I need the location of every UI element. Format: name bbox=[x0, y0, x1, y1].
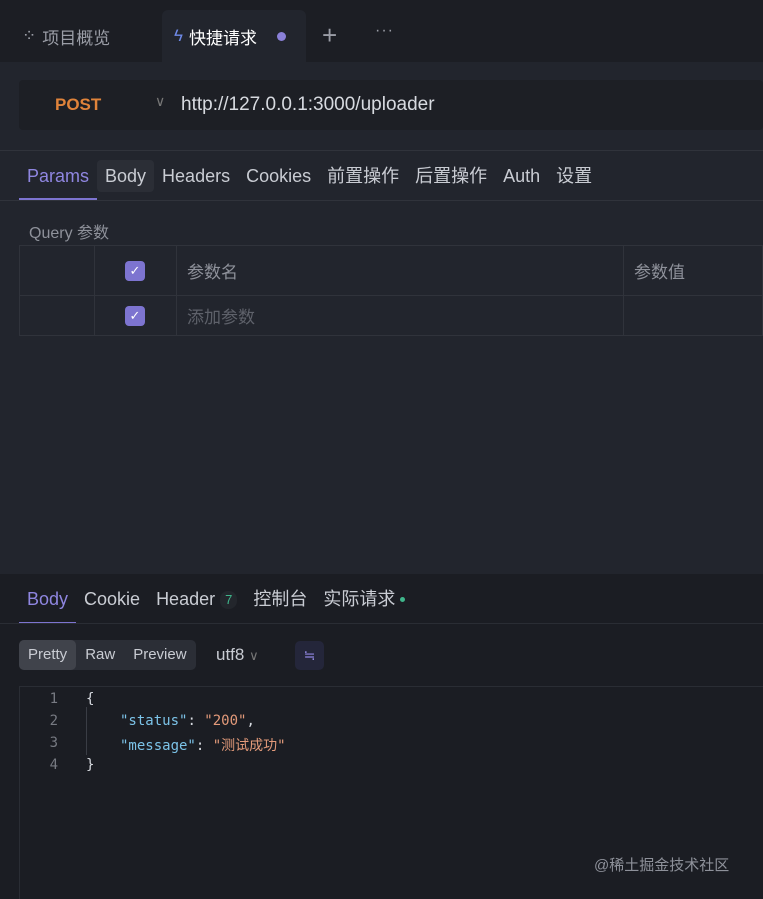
tab-post-ops[interactable]: 后置操作 bbox=[407, 160, 495, 200]
raw-button[interactable]: Raw bbox=[76, 640, 124, 670]
method-select[interactable]: POST bbox=[55, 95, 101, 115]
tab-response-body[interactable]: Body bbox=[19, 584, 77, 624]
request-tabs: Params Body Headers Cookies 前置操作 后置操作 Au… bbox=[19, 160, 600, 200]
url-input[interactable]: http://127.0.0.1:3000/uploader bbox=[181, 94, 435, 116]
response-tabs: Body Cookie Header 7 控制台 实际请求 bbox=[19, 584, 413, 624]
tab-console[interactable]: 控制台 bbox=[245, 584, 315, 624]
param-name-input[interactable]: 添加参数 bbox=[176, 295, 624, 336]
more-icon[interactable]: ··· bbox=[375, 22, 394, 40]
line-number: 3 bbox=[49, 735, 58, 751]
code-line: "message": "测试成功" bbox=[120, 738, 286, 754]
drag-cell bbox=[19, 245, 95, 296]
table-header: ✓ 参数名 参数值 bbox=[19, 245, 763, 296]
row-check-cell: ✓ bbox=[94, 295, 177, 336]
checkbox[interactable]: ✓ bbox=[125, 261, 145, 281]
code-line: "status": "200", bbox=[120, 713, 255, 729]
divider bbox=[0, 150, 763, 151]
watermark: @稀土掘金技术社区 bbox=[594, 857, 730, 874]
tab-cookies[interactable]: Cookies bbox=[238, 160, 319, 200]
tab-pre-ops[interactable]: 前置操作 bbox=[319, 160, 407, 200]
tab-actual-request[interactable]: 实际请求 bbox=[315, 584, 413, 624]
preview-button[interactable]: Preview bbox=[124, 640, 195, 670]
divider bbox=[0, 200, 763, 201]
chevron-down-icon[interactable]: ∨ bbox=[155, 93, 165, 110]
unsaved-dot bbox=[277, 31, 286, 41]
indent-guide bbox=[86, 707, 87, 755]
tab-params[interactable]: Params bbox=[19, 160, 98, 200]
tab-auth[interactable]: Auth bbox=[495, 160, 548, 200]
encoding-select[interactable]: utf8 ∨ bbox=[216, 645, 259, 665]
code-line: } bbox=[86, 757, 95, 773]
header-count-badge: 7 bbox=[220, 591, 238, 609]
drag-cell bbox=[19, 295, 95, 336]
line-number: 1 bbox=[49, 691, 58, 707]
line-number: 4 bbox=[49, 757, 58, 773]
url-bar: POST ∨ http://127.0.0.1:3000/uploader bbox=[19, 80, 763, 130]
grid-icon: ⁘ bbox=[22, 26, 37, 45]
tab-response-header[interactable]: Header 7 bbox=[148, 584, 245, 624]
tab-body[interactable]: Body bbox=[97, 160, 155, 192]
line-number: 2 bbox=[49, 713, 58, 729]
tab-settings[interactable]: 设置 bbox=[548, 160, 600, 200]
code-line: { bbox=[86, 691, 95, 707]
tab-quick-request[interactable]: ϟ 快捷请求 bbox=[162, 10, 306, 62]
select-all-cell: ✓ bbox=[94, 245, 177, 296]
param-value-header: 参数值 bbox=[623, 245, 763, 296]
tab-bar: ⁘ 项目概览 ϟ 快捷请求 + ··· bbox=[0, 0, 763, 62]
tab-response-cookie[interactable]: Cookie bbox=[76, 584, 148, 624]
lightning-icon: ϟ bbox=[174, 26, 183, 45]
view-mode-switch: Pretty Raw Preview bbox=[19, 640, 196, 670]
tab-project-overview[interactable]: ⁘ 项目概览 bbox=[22, 10, 110, 62]
pretty-button[interactable]: Pretty bbox=[19, 640, 77, 670]
divider bbox=[0, 623, 763, 624]
add-tab-button[interactable]: + bbox=[322, 20, 337, 51]
chevron-down-icon: ∨ bbox=[249, 648, 259, 663]
table-row: ✓ 添加参数 bbox=[19, 295, 763, 336]
query-label: Query 参数 bbox=[29, 225, 110, 242]
param-value-input[interactable] bbox=[623, 295, 763, 336]
param-name-header: 参数名 bbox=[176, 245, 624, 296]
status-dot bbox=[400, 597, 406, 602]
params-table: ✓ 参数名 参数值 ✓ 添加参数 bbox=[19, 245, 763, 336]
wrap-lines-icon[interactable]: ≒ bbox=[295, 641, 324, 670]
tab-headers[interactable]: Headers bbox=[154, 160, 238, 200]
checkbox[interactable]: ✓ bbox=[125, 306, 145, 326]
